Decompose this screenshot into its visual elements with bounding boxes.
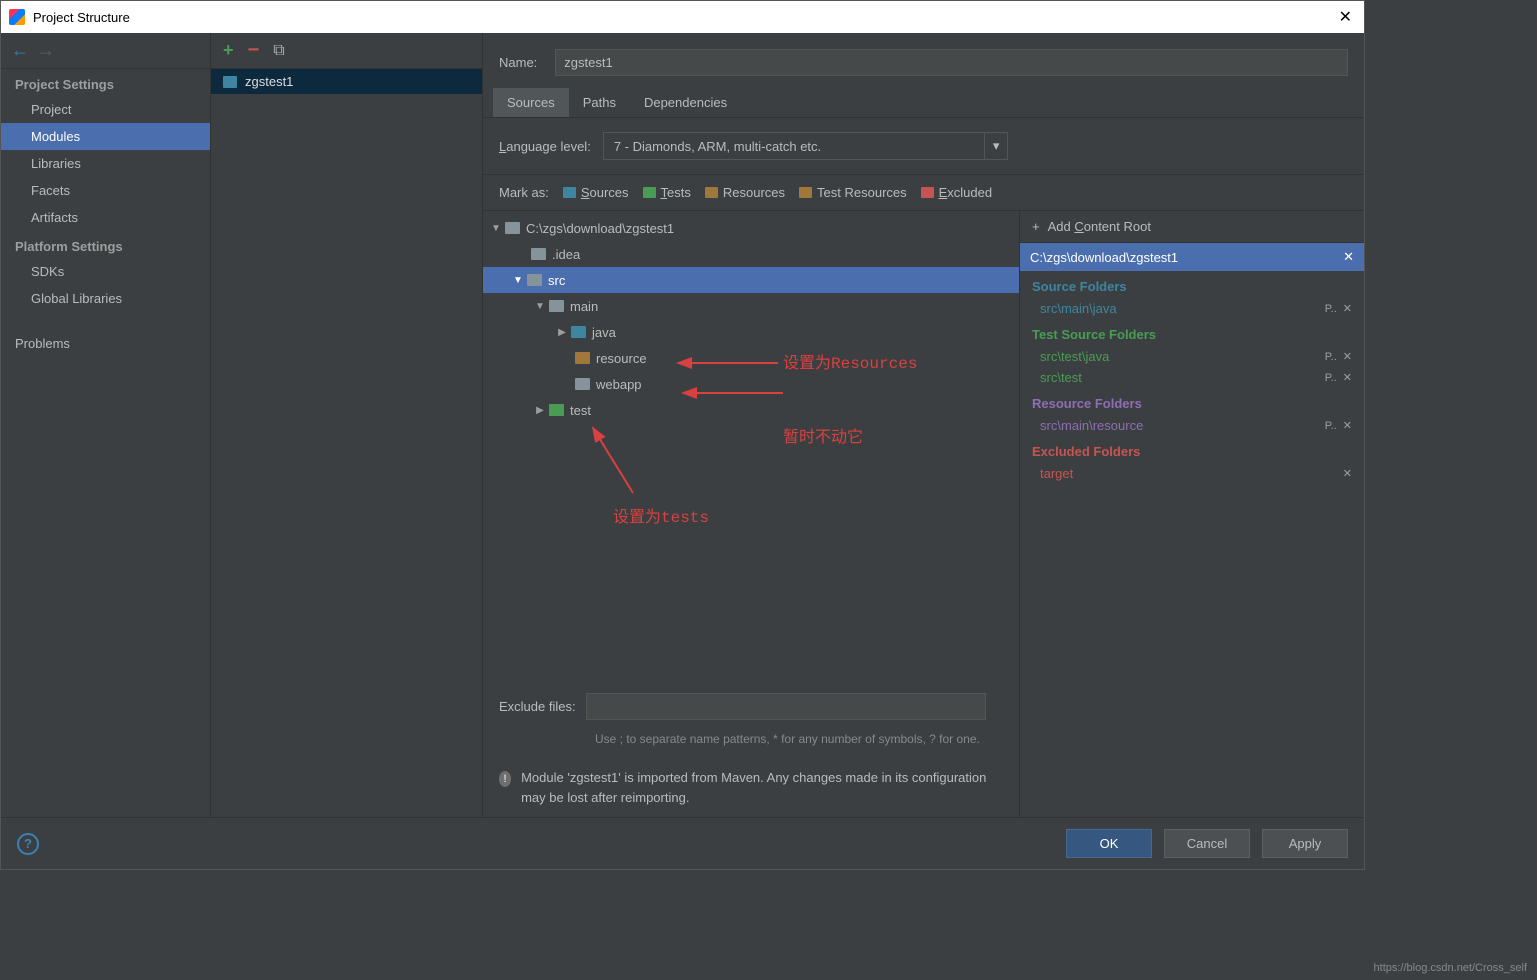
edit-props-icon[interactable]: P..: [1325, 303, 1337, 315]
cancel-button[interactable]: Cancel: [1164, 829, 1250, 858]
module-name: zgstest1: [245, 74, 293, 89]
sidebar-item-problems[interactable]: Problems: [1, 330, 210, 357]
content-root-path[interactable]: C:\zgs\download\zgstest1 ✕: [1020, 243, 1364, 271]
tree-idea[interactable]: .idea: [483, 241, 1019, 267]
tree-java[interactable]: ▶java: [483, 319, 1019, 345]
tree-main[interactable]: ▼main: [483, 293, 1019, 319]
titlebar: Project Structure ✕: [1, 1, 1364, 33]
copy-module-icon[interactable]: ⧉: [273, 42, 284, 60]
project-structure-dialog: Project Structure ✕ ← → Project Settings…: [0, 0, 1365, 870]
sidebar-item-modules[interactable]: Modules: [1, 123, 210, 150]
test-folder-item[interactable]: src\test\javaP..✕: [1020, 346, 1364, 367]
module-name-input[interactable]: [555, 49, 1348, 76]
content-root-pane: + Add Content Root C:\zgs\download\zgste…: [1019, 211, 1364, 817]
test-folder-item[interactable]: src\testP..✕: [1020, 367, 1364, 388]
maven-import-warning: ! Module 'zgstest1' is imported from Mav…: [483, 758, 1019, 817]
tree-resource[interactable]: resource: [483, 345, 1019, 371]
window-title: Project Structure: [33, 10, 1335, 25]
watermark: https://blog.csdn.net/Cross_self: [1374, 962, 1527, 974]
language-level-value: 7 - Diamonds, ARM, multi-catch etc.: [604, 134, 984, 159]
tab-paths[interactable]: Paths: [569, 88, 630, 117]
mark-tests-button[interactable]: Tests: [643, 185, 691, 200]
tab-sources[interactable]: Sources: [493, 88, 569, 117]
module-item[interactable]: zgstest1: [211, 69, 482, 94]
remove-content-root-icon[interactable]: ✕: [1343, 249, 1354, 265]
name-label: Name:: [499, 55, 537, 70]
sidebar-item-artifacts[interactable]: Artifacts: [1, 204, 210, 231]
tree-test[interactable]: ▶test: [483, 397, 1019, 423]
section-platform-settings: Platform Settings: [1, 231, 210, 258]
back-icon[interactable]: ←: [11, 40, 29, 61]
resource-folder-item[interactable]: src\main\resourceP..✕: [1020, 415, 1364, 436]
exclude-hint: Use ; to separate name patterns, * for a…: [483, 730, 1019, 758]
resource-folders-title: Resource Folders: [1020, 388, 1364, 415]
language-level-select[interactable]: 7 - Diamonds, ARM, multi-catch etc. ▾: [603, 132, 1009, 160]
dialog-footer: ? OK Cancel Apply https://blog.csdn.net/…: [1, 817, 1364, 869]
mark-excluded-button[interactable]: Excluded: [921, 185, 992, 200]
source-tree[interactable]: ▼C:\zgs\download\zgstest1 .idea ▼src ▼ma…: [483, 211, 1019, 683]
apply-button[interactable]: Apply: [1262, 829, 1348, 858]
plus-icon: +: [1032, 219, 1040, 234]
mark-test-resources-button[interactable]: Test Resources: [799, 185, 907, 200]
detail-tabs: Sources Paths Dependencies: [483, 88, 1364, 118]
mark-as-label: Mark as:: [499, 185, 549, 200]
sidebar-item-libraries[interactable]: Libraries: [1, 150, 210, 177]
remove-icon[interactable]: ✕: [1343, 302, 1352, 315]
sources-icon: [563, 187, 576, 198]
source-folder-item[interactable]: src\main\javaP..✕: [1020, 298, 1364, 319]
chevron-down-icon[interactable]: ▾: [984, 133, 1008, 159]
app-icon: [9, 9, 25, 25]
sidebar-nav: ← →: [1, 33, 210, 69]
forward-icon[interactable]: →: [37, 40, 55, 61]
mark-resources-button[interactable]: Resources: [705, 185, 785, 200]
module-detail-panel: Name: Sources Paths Dependencies Languag…: [483, 33, 1364, 817]
sidebar-item-global-libraries[interactable]: Global Libraries: [1, 285, 210, 312]
module-folder-icon: [223, 76, 237, 88]
sidebar-item-project[interactable]: Project: [1, 96, 210, 123]
module-toolbar: + − ⧉: [211, 33, 482, 69]
info-icon: !: [499, 771, 511, 787]
ok-button[interactable]: OK: [1066, 829, 1152, 858]
excluded-folder-item[interactable]: target✕: [1020, 463, 1364, 484]
help-icon[interactable]: ?: [17, 833, 39, 855]
source-folders-title: Source Folders: [1020, 271, 1364, 298]
language-level-label: Language level:: [499, 139, 591, 154]
resources-icon: [705, 187, 718, 198]
tree-root[interactable]: ▼C:\zgs\download\zgstest1: [483, 215, 1019, 241]
tree-src[interactable]: ▼src: [483, 267, 1019, 293]
test-resources-icon: [799, 187, 812, 198]
mark-as-row: Mark as: Sources Tests Resources Test Re…: [483, 175, 1364, 211]
tree-webapp[interactable]: webapp: [483, 371, 1019, 397]
sidebar-item-sdks[interactable]: SDKs: [1, 258, 210, 285]
excluded-icon: [921, 187, 934, 198]
exclude-files-label: Exclude files:: [499, 699, 576, 714]
excluded-folders-title: Excluded Folders: [1020, 436, 1364, 463]
sidebar-item-facets[interactable]: Facets: [1, 177, 210, 204]
test-source-folders-title: Test Source Folders: [1020, 319, 1364, 346]
settings-sidebar: ← → Project Settings Project Modules Lib…: [1, 33, 211, 817]
section-project-settings: Project Settings: [1, 69, 210, 96]
tests-icon: [643, 187, 656, 198]
close-icon[interactable]: ✕: [1335, 7, 1356, 27]
tab-dependencies[interactable]: Dependencies: [630, 88, 741, 117]
module-list-panel: + − ⧉ zgstest1: [211, 33, 483, 817]
source-tree-pane: ▼C:\zgs\download\zgstest1 .idea ▼src ▼ma…: [483, 211, 1019, 817]
remove-module-icon[interactable]: −: [248, 39, 260, 62]
add-module-icon[interactable]: +: [223, 40, 234, 61]
exclude-files-input[interactable]: [586, 693, 986, 720]
mark-sources-button[interactable]: Sources: [563, 185, 629, 200]
add-content-root-button[interactable]: + Add Content Root: [1020, 211, 1364, 243]
